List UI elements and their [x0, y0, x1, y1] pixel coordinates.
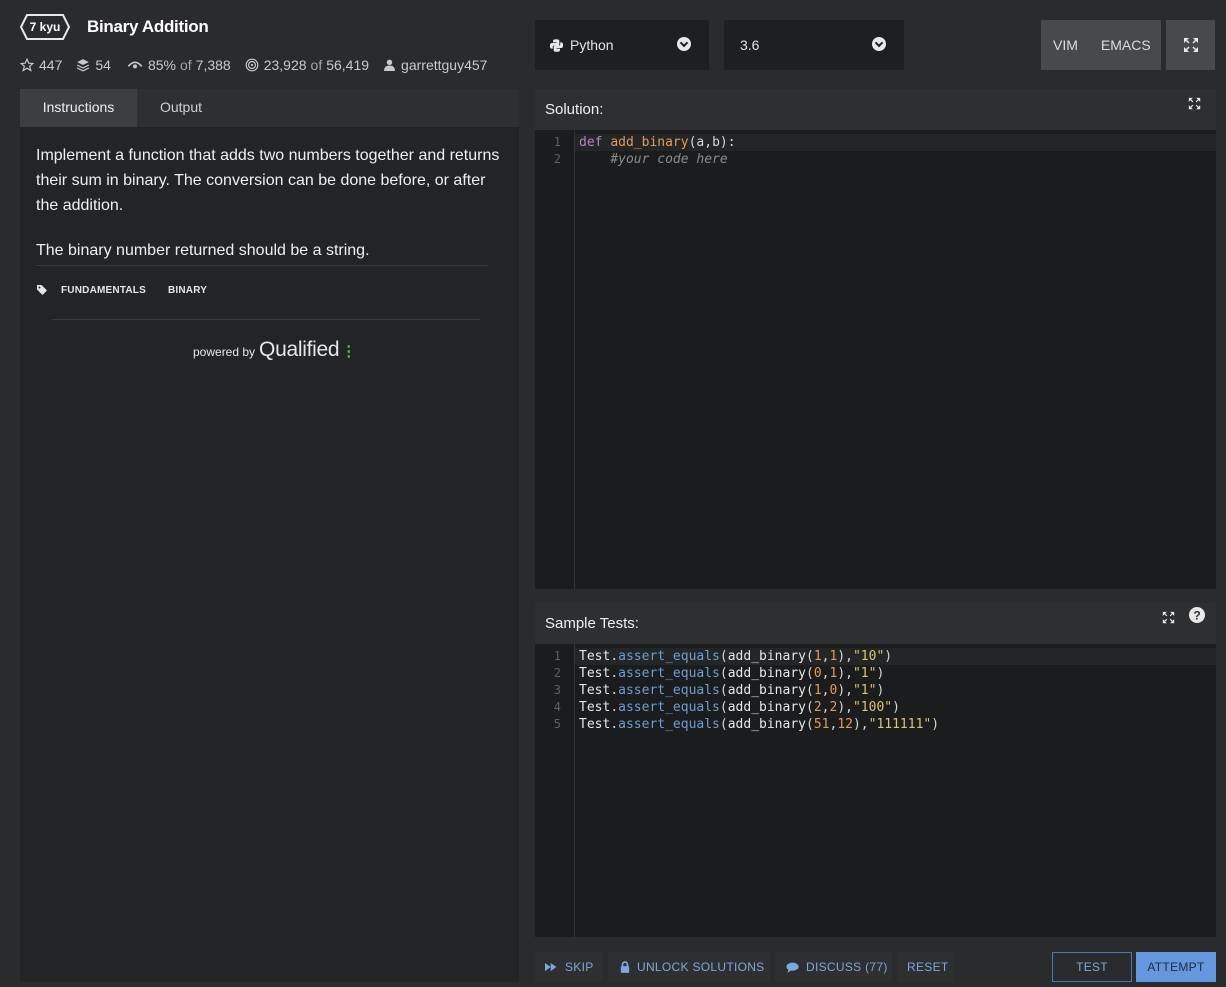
test-button[interactable]: TEST — [1052, 952, 1132, 982]
fast-forward-icon — [545, 962, 557, 972]
author-stat[interactable]: garrettguy457 — [383, 57, 487, 73]
tests-title: Sample Tests: — [545, 615, 639, 632]
help-icon[interactable]: ? — [1189, 607, 1205, 623]
satisfaction-value: 85% — [147, 57, 176, 73]
solution-code[interactable]: def add_binary(a,b): #your code here — [579, 134, 736, 168]
qualified-dots-icon: ⋮ — [341, 343, 357, 360]
tests-editor[interactable]: 1 2 3 4 5 Test.assert_equals(add_binary(… — [535, 644, 1216, 937]
completed-count: 23,928 — [263, 57, 307, 73]
reset-label: RESET — [907, 960, 949, 974]
line-number: 1 — [553, 649, 561, 663]
satisfaction-stat: 85% of 7,388 — [127, 57, 231, 73]
tests-code[interactable]: Test.assert_equals(add_binary(1,1),"10")… — [579, 648, 939, 733]
expand-icon — [1184, 38, 1198, 52]
chevron-down-icon — [677, 37, 691, 51]
powered-by-qualified[interactable]: powered by Qualified ⋮ — [193, 338, 356, 362]
completed-stat: 23,928 of 56,419 — [245, 57, 369, 73]
line-number: 2 — [553, 666, 561, 680]
version-value: 3.6 — [740, 37, 760, 53]
solution-editor[interactable]: 1 2 def add_binary(a,b): #your code here — [535, 130, 1216, 589]
powered-by-text: powered by — [193, 345, 256, 359]
emacs-button[interactable]: EMACS — [1078, 37, 1151, 53]
attempts-count: 56,419 — [326, 57, 370, 73]
divider — [52, 319, 480, 320]
language-select[interactable]: Python — [535, 20, 709, 70]
rank-badge: 7 kyu — [20, 14, 70, 40]
stars-stat[interactable]: 447 — [20, 57, 62, 73]
solution-header: Solution: — [535, 89, 1216, 130]
line-number: 2 — [553, 152, 561, 166]
instructions-text: Implement a function that adds two numbe… — [36, 143, 506, 283]
tag-fundamentals[interactable]: FUNDAMENTALS — [61, 285, 146, 296]
chevron-down-icon — [872, 37, 886, 51]
lock-icon — [620, 961, 630, 973]
line-number: 1 — [553, 135, 561, 149]
tests-header: Sample Tests: ? — [535, 603, 1216, 644]
fullscreen-button[interactable] — [1166, 20, 1215, 70]
version-select[interactable]: 3.6 — [724, 20, 904, 70]
expand-icon[interactable] — [1162, 611, 1175, 624]
language-value: Python — [570, 37, 614, 53]
eye-icon — [127, 61, 143, 69]
stars-count: 447 — [39, 57, 63, 73]
instructions-paragraph: Implement a function that adds two numbe… — [36, 147, 500, 214]
editor-mode-group: VIM EMACS — [1041, 20, 1161, 70]
divider — [36, 265, 488, 266]
tag-binary[interactable]: BINARY — [168, 285, 207, 296]
collections-count: 54 — [95, 57, 111, 73]
target-icon — [245, 58, 259, 72]
tag-list: FUNDAMENTALS BINARY — [36, 284, 207, 296]
line-gutter — [535, 130, 575, 589]
vim-button[interactable]: VIM — [1041, 37, 1078, 53]
line-number: 5 — [553, 717, 561, 731]
author-name: garrettguy457 — [401, 57, 488, 73]
discuss-label: DISCUSS (77) — [806, 960, 888, 974]
line-number: 3 — [553, 683, 561, 697]
user-icon — [384, 59, 395, 71]
kata-title: Binary Addition — [87, 17, 209, 36]
completed-of: of — [310, 57, 323, 73]
tab-output[interactable]: Output — [137, 89, 225, 127]
skip-label: SKIP — [565, 960, 594, 974]
comments-icon — [786, 962, 799, 973]
unlock-solutions-label: UNLOCK SOLUTIONS — [637, 960, 765, 974]
attempt-button[interactable]: ATTEMPT — [1136, 952, 1216, 982]
solution-title: Solution: — [545, 101, 604, 118]
line-number: 4 — [553, 700, 561, 714]
python-icon — [549, 38, 564, 52]
tab-instructions[interactable]: Instructions — [20, 89, 137, 127]
expand-icon[interactable] — [1188, 97, 1201, 110]
unlock-solutions-button[interactable]: UNLOCK SOLUTIONS — [608, 952, 770, 982]
layers-icon — [77, 59, 90, 72]
skip-button[interactable]: SKIP — [535, 952, 603, 982]
qualified-logo: Qualified — [259, 338, 340, 361]
tag-icon — [37, 285, 47, 295]
svg-text:?: ? — [1193, 609, 1200, 623]
kata-stats: 447 54 85% of 7,388 23,928 of 56,419 gar… — [20, 56, 501, 74]
collections-stat[interactable]: 54 — [76, 57, 111, 73]
line-numbers: 1 2 3 4 5 — [535, 648, 561, 733]
line-numbers: 1 2 — [535, 134, 561, 168]
satisfaction-of: of — [179, 57, 192, 73]
reset-button[interactable]: RESET — [897, 952, 954, 982]
rank-label: 7 kyu — [29, 20, 61, 34]
satisfaction-votes: 7,388 — [195, 57, 231, 73]
star-icon — [20, 58, 34, 72]
discuss-button[interactable]: DISCUSS (77) — [775, 952, 892, 982]
instructions-paragraph: The binary number returned should be a s… — [36, 242, 370, 259]
